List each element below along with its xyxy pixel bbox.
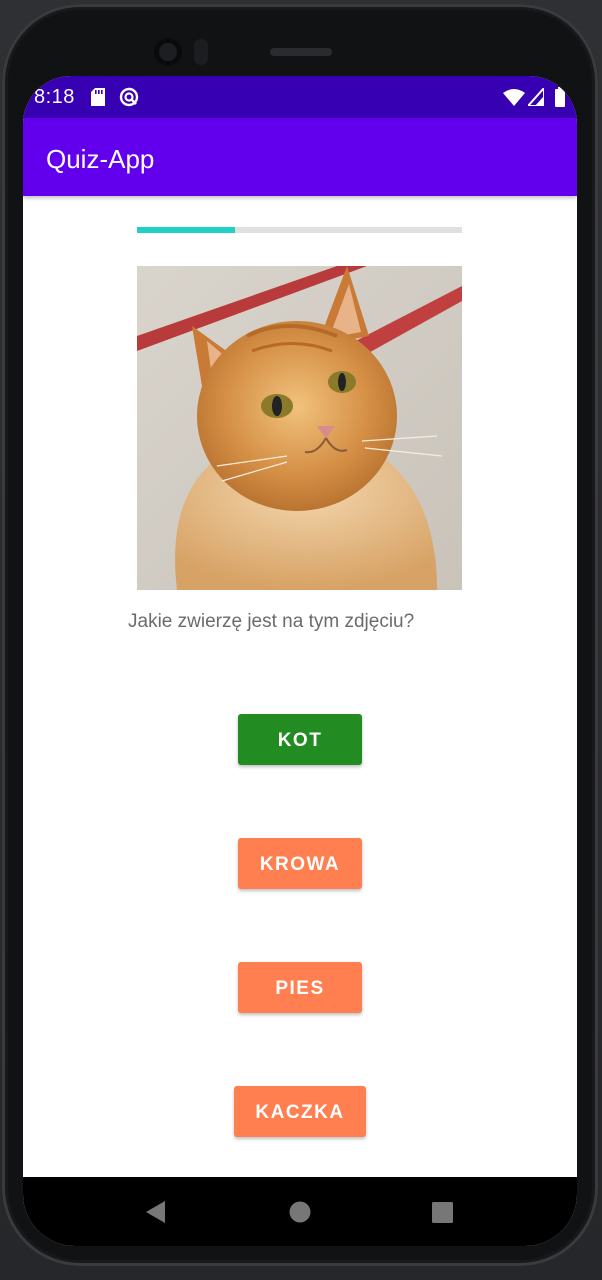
signal-icon: [528, 88, 544, 106]
quiz-progress-fill: [137, 227, 235, 233]
status-time: 8:18: [34, 86, 75, 108]
proximity-sensor: [194, 39, 208, 65]
battery-icon: [555, 87, 565, 107]
recent-apps-icon[interactable]: [432, 1202, 453, 1223]
question-text: Jakie zwierzę jest na tym zdjęciu?: [128, 611, 415, 632]
earpiece-speaker: [270, 48, 332, 56]
status-bar: 8:18: [23, 76, 577, 118]
answer-button-kot[interactable]: KOT: [238, 714, 362, 765]
app-bar: Quiz-App: [23, 118, 577, 196]
cat-photo: [137, 266, 462, 590]
data-saver-icon: [119, 87, 139, 107]
home-icon[interactable]: [289, 1201, 311, 1223]
app-title: Quiz-App: [46, 144, 155, 174]
answer-button-kaczka[interactable]: KACZKA: [234, 1086, 366, 1137]
back-icon[interactable]: [145, 1200, 167, 1224]
sd-card-icon: [91, 88, 105, 106]
answer-button-pies[interactable]: PIES: [238, 962, 362, 1013]
device-screen: 8:18 Quiz-App Jakie zwierzę jest na tym …: [23, 76, 577, 1246]
answer-button-krowa[interactable]: KROWA: [238, 838, 362, 889]
front-camera: [154, 38, 182, 66]
navigation-bar: [23, 1177, 577, 1246]
quiz-progress-bar: [137, 227, 462, 233]
wifi-icon: [503, 89, 525, 106]
